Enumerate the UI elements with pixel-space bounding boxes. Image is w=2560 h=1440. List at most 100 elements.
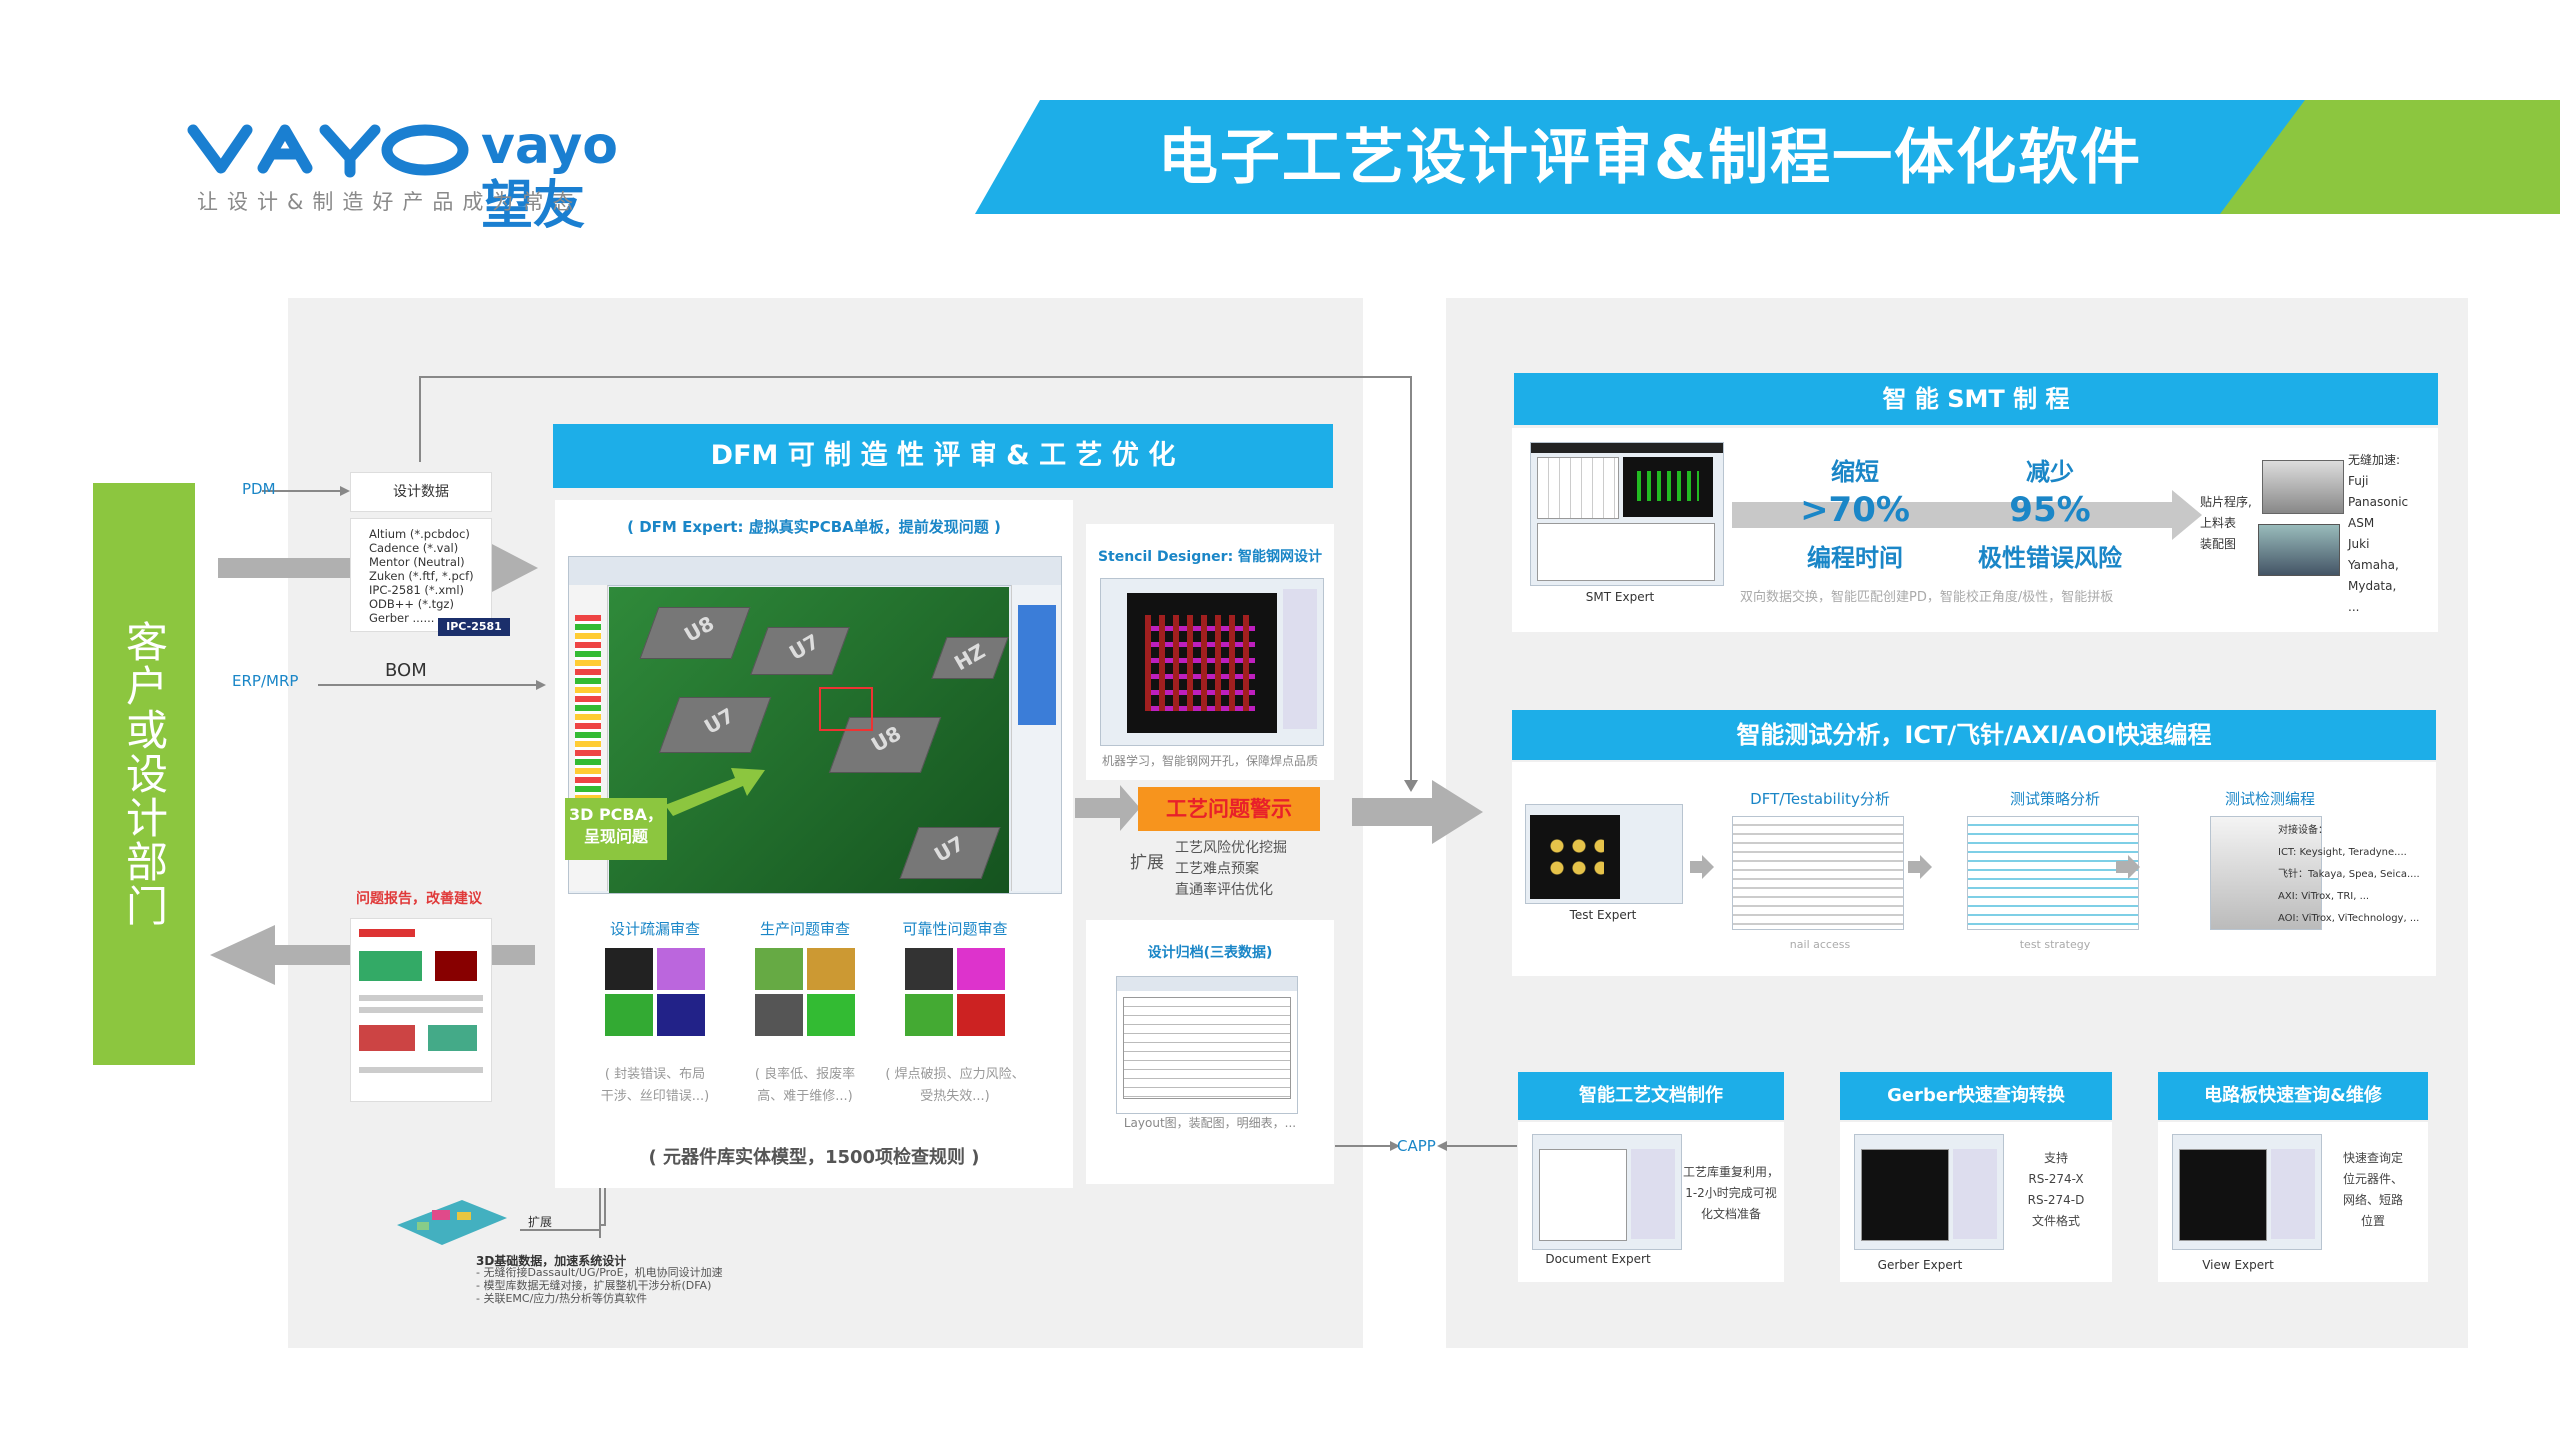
callout-3d-pcba: 3D PCBA， 呈现问题: [565, 798, 667, 860]
report-title: 问题报告，改善建议: [356, 891, 482, 907]
alert-ext-item: 直通率评估优化: [1175, 882, 1273, 898]
check-image: [605, 994, 653, 1036]
test-flow-arrows: [1690, 855, 2140, 879]
brand-item: ASM: [2348, 516, 2375, 530]
alert-ext-label: 扩展: [1130, 853, 1164, 873]
screenshot-panel: [2271, 1149, 2315, 1239]
design-data-item: Zuken (*.ftf, *.pcf): [369, 569, 474, 583]
devices-title: 对接设备：: [2278, 825, 2328, 836]
bottom-card-screenshot: [1532, 1134, 1682, 1250]
check-desc: ( 焊点破损、应力风险、 受热失效...): [885, 1067, 1025, 1104]
ipc-badge: IPC-2581: [438, 618, 510, 636]
device-item: AOI: ViTrox, ViTechnology, ...: [2278, 913, 2420, 924]
design-data-item: Altium (*.pcbdoc): [369, 527, 470, 541]
check-desc: ( 封装错误、布局 干涉、丝印错误...): [600, 1067, 710, 1104]
brands-list: Fuji Panasonic ASM Juki Yamaha, Mydata,...: [2348, 471, 2408, 618]
archive-desc: Layout图，装配图，明细表，...: [1123, 1116, 1297, 1130]
smt-machine-2: [2258, 524, 2340, 576]
check-image: [905, 948, 953, 990]
bottom-card-desc: 工艺库重复利用， 1-2小时完成可视 化文档准备: [1683, 1165, 1780, 1221]
machine-label: 贴片程序,: [2200, 495, 2252, 509]
test-step-title: DFT/Testability分析: [1750, 790, 1890, 808]
smt-desc: 双向数据交换，智能匹配创建PD，智能校正角度/极性，智能拼板: [1740, 590, 2114, 605]
ext-3d-item: - 模型库数据无缝对接，扩展整机干涉分析(DFA): [476, 1279, 712, 1292]
bottom-card-caption: Gerber Expert: [1877, 1258, 1963, 1272]
smt-screenshot: [1530, 442, 1724, 586]
design-data-title: 设计数据: [393, 484, 449, 500]
check-images: [755, 948, 855, 1036]
customer-label: 客户或设计部门: [119, 620, 169, 928]
stencil-desc: 机器学习，智能钢网开孔，保障焊点品质: [1101, 754, 1318, 768]
bottom-card-desc: 快速查询定 位元器件、 网络、短路 位置: [2342, 1151, 2403, 1228]
bottom-card-title: 电路板快速查询&维修: [2158, 1072, 2428, 1120]
device-item: AXI: ViTrox, TRI, ...: [2278, 891, 2370, 902]
check-images: [605, 948, 705, 1036]
test-screenshot: [1525, 804, 1683, 904]
archive-screenshot: [1116, 976, 1298, 1114]
report-thumbnail: [350, 918, 492, 1102]
design-data-item: IPC-2581 (*.xml): [369, 583, 465, 597]
smt-caption: SMT Expert: [1585, 590, 1655, 604]
bottom-card-desc: 支持 RS-274-X RS-274-D 文件格式: [2027, 1151, 2085, 1228]
test-step-title: 测试策略分析: [2009, 790, 2100, 808]
ext-3d-label: 扩展: [528, 1215, 553, 1229]
alert-ext-item: 工艺风险优化挖掘: [1175, 840, 1287, 856]
design-data-list: Altium (*.pcbdoc) Cadence (*.val) Mentor (…: [350, 518, 492, 632]
brand-item: Fuji: [2348, 474, 2369, 488]
metric1-bottom: 编程时间: [1807, 544, 1903, 572]
screenshot-canvas: [1539, 1149, 1627, 1241]
callout-arrow: [665, 768, 765, 816]
machine-labels: 贴片程序, 上料表 装配图: [2200, 492, 2252, 555]
smt-brands: 无缝加速: Fuji Panasonic ASM Juki Yamaha, Mydata,…: [2348, 450, 2408, 618]
dfm-footer: ( 元器件库实体模型，1500项检查规则 ): [648, 1147, 980, 1168]
screenshot-canvas: [2179, 1149, 2267, 1241]
check-image: [957, 948, 1005, 990]
check-images: [905, 948, 1005, 1036]
brands-title: 无缝加速:: [2348, 453, 2401, 467]
bottom-card-screenshot: [1854, 1134, 2004, 1250]
check-image: [605, 948, 653, 990]
check-image: [657, 948, 705, 990]
test-step-caption: test strategy: [2019, 938, 2091, 951]
check-image: [807, 994, 855, 1036]
dfm-subtitle: ( DFM Expert: 虚拟真实PCBA单板，提前发现问题 ): [627, 518, 1001, 536]
check-image: [755, 994, 803, 1036]
ext-3d-items: - 无缝衔接Dassault/UG/ProE，机电协同设计加速 - 模型库数据无缝…: [476, 1266, 723, 1305]
check-title: 设计疏漏审查: [609, 920, 700, 938]
smt-machine-1: [2262, 460, 2344, 514]
ext-3d-item: - 无缝衔接Dassault/UG/ProE，机电协同设计加速: [476, 1266, 723, 1279]
test-caption: Test Expert: [1569, 908, 1637, 922]
machine-label: 装配图: [2200, 537, 2237, 551]
design-data-items: Altium (*.pcbdoc) Cadence (*.val) Mentor (…: [351, 519, 491, 625]
screenshot-panel: [1953, 1149, 1997, 1239]
dfm-title: DFM 可 制 造 性 评 审 & 工 艺 优 化: [553, 424, 1333, 488]
metric2-bottom: 极性错误风险: [1978, 544, 2122, 572]
check-image: [755, 948, 803, 990]
design-data-item: ODB++ (*.tgz): [369, 597, 454, 611]
brand-item: Juki: [2348, 537, 2370, 551]
bottom-card-screenshot: [2172, 1134, 2322, 1250]
test-devices: 对接设备： ICT: Keysight, Teradyne.... 飞针：Taka…: [2278, 820, 2420, 930]
check-image: [657, 994, 705, 1036]
metric1-top: 缩短: [1831, 458, 1879, 486]
design-data-header: 设计数据: [350, 472, 492, 512]
alert-ext-items: 工艺风险优化挖掘 工艺难点预案 直通率评估优化: [1175, 838, 1287, 901]
test-title: 智能测试分析，ICT/飞针/AXI/AOI快速编程: [1512, 710, 2436, 760]
stencil-screenshot: [1100, 578, 1324, 746]
devices-list: ICT: Keysight, Teradyne.... 飞针：Takaya, Sp…: [2278, 842, 2420, 930]
metric2-top: 减少: [2026, 458, 2074, 486]
3d-board-image: [392, 1190, 510, 1250]
test-step-title: 测试检测编程: [2224, 790, 2315, 808]
stencil-title: Stencil Designer: 智能钢网设计: [1097, 549, 1323, 565]
check-desc: ( 良率低、报废率 高、难于维修...): [754, 1067, 856, 1104]
capp-label: CAPP: [1397, 1137, 1436, 1155]
check-image: [957, 994, 1005, 1036]
check-image: [905, 994, 953, 1036]
erp-label: ERP/MRP: [232, 672, 299, 690]
screenshot-panel: [1631, 1149, 1675, 1239]
brand-item: ...: [2348, 600, 2360, 614]
bottom-card-title: 智能工艺文档制作: [1518, 1072, 1784, 1120]
ext-3d-item: - 关联EMC/应力/热分析等仿真软件: [476, 1292, 647, 1305]
design-data-item: Mentor (Neutral): [369, 555, 465, 569]
device-item: 飞针：Takaya, Spea, Seica....: [2278, 869, 2420, 880]
